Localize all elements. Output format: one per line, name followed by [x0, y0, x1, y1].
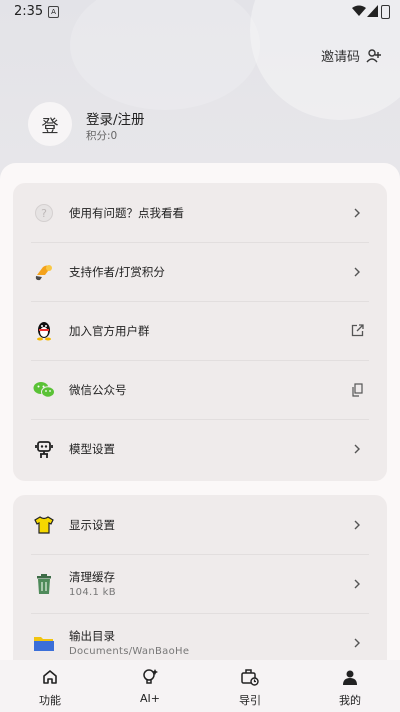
menu-item-wechat-account[interactable]: 微信公众号 — [13, 360, 387, 419]
qq-penguin-icon — [33, 320, 55, 342]
menu-item-join-group[interactable]: 加入官方用户群 — [13, 301, 387, 360]
question-icon: ? — [33, 202, 55, 224]
menu-item-label: 输出目录 — [69, 629, 115, 643]
menu-item-model-settings[interactable]: 模型设置 — [13, 419, 387, 478]
invite-code-label: 邀请码 — [320, 50, 360, 65]
menu-item-label: 微信公众号 — [69, 382, 127, 397]
wifi-icon — [352, 5, 366, 16]
battery-icon — [381, 5, 390, 19]
points-label: 积分:0 — [86, 130, 118, 142]
signal-icon — [367, 5, 378, 17]
bottom-navigation: 功能 AI+ 导引 我的 — [0, 660, 400, 712]
bulb-icon — [141, 668, 159, 686]
chevron-right-icon — [349, 205, 365, 221]
menu-item-clear-cache[interactable]: 清理缓存 104.1 kB — [13, 554, 387, 613]
nav-label: 我的 — [339, 694, 361, 707]
menu-item-display-settings[interactable]: 显示设置 — [13, 495, 387, 554]
menu-item-help[interactable]: ? 使用有问题？点我看看 — [13, 183, 387, 242]
output-path-value: Documents/WanBaoHe — [69, 646, 190, 657]
menu-item-support-author[interactable]: 支持作者/打赏积分 — [13, 242, 387, 301]
tip-hand-icon — [33, 261, 55, 283]
chevron-right-icon — [349, 517, 365, 533]
avatar-text: 登 — [41, 116, 59, 137]
home-icon — [42, 668, 58, 686]
menu-item-label: 使用有问题？点我看看 — [69, 205, 184, 220]
settings-sheet: ? 使用有问题？点我看看 支持作者/打赏积分 加入官方用户群 微信公众号 模型设… — [0, 163, 400, 695]
menu-card-general: ? 使用有问题？点我看看 支持作者/打赏积分 加入官方用户群 微信公众号 模型设… — [13, 183, 387, 481]
chevron-right-icon — [349, 441, 365, 457]
folder-icon — [33, 632, 55, 654]
robot-icon — [33, 438, 55, 460]
menu-item-label: 清理缓存 — [69, 570, 115, 584]
nav-label: 功能 — [39, 694, 61, 707]
menu-item-label: 显示设置 — [69, 517, 115, 532]
login-register-link[interactable]: 登录/注册 — [86, 108, 145, 128]
add-person-icon — [366, 48, 381, 62]
cache-size-value: 104.1 kB — [69, 587, 116, 598]
tshirt-icon — [33, 514, 55, 536]
chevron-right-icon — [349, 635, 365, 651]
nav-tab-features[interactable]: 功能 — [0, 660, 100, 712]
nav-tab-mine[interactable]: 我的 — [300, 660, 400, 712]
external-link-icon — [349, 323, 365, 339]
menu-item-label: 加入官方用户群 — [69, 323, 150, 338]
person-icon — [342, 668, 358, 686]
wechat-icon — [33, 379, 55, 401]
svg-text:?: ? — [41, 207, 47, 220]
menu-item-label: 模型设置 — [69, 441, 115, 456]
chevron-right-icon — [349, 576, 365, 592]
copy-icon — [349, 382, 365, 398]
nav-label: 导引 — [239, 694, 261, 707]
nav-tab-ai[interactable]: AI+ — [100, 660, 200, 712]
status-time: 2:35 — [14, 4, 44, 19]
trash-icon — [33, 573, 55, 595]
briefcase-clock-icon — [241, 668, 259, 686]
notification-icon: A — [48, 6, 59, 18]
status-bar: 2:35 A — [0, 0, 400, 24]
nav-label: AI+ — [140, 692, 160, 705]
nav-tab-guide[interactable]: 导引 — [200, 660, 300, 712]
avatar[interactable]: 登 — [28, 102, 72, 146]
invite-code-button[interactable]: 邀请码 — [321, 46, 382, 65]
chevron-right-icon — [349, 264, 365, 280]
menu-item-label: 支持作者/打赏积分 — [69, 264, 165, 279]
